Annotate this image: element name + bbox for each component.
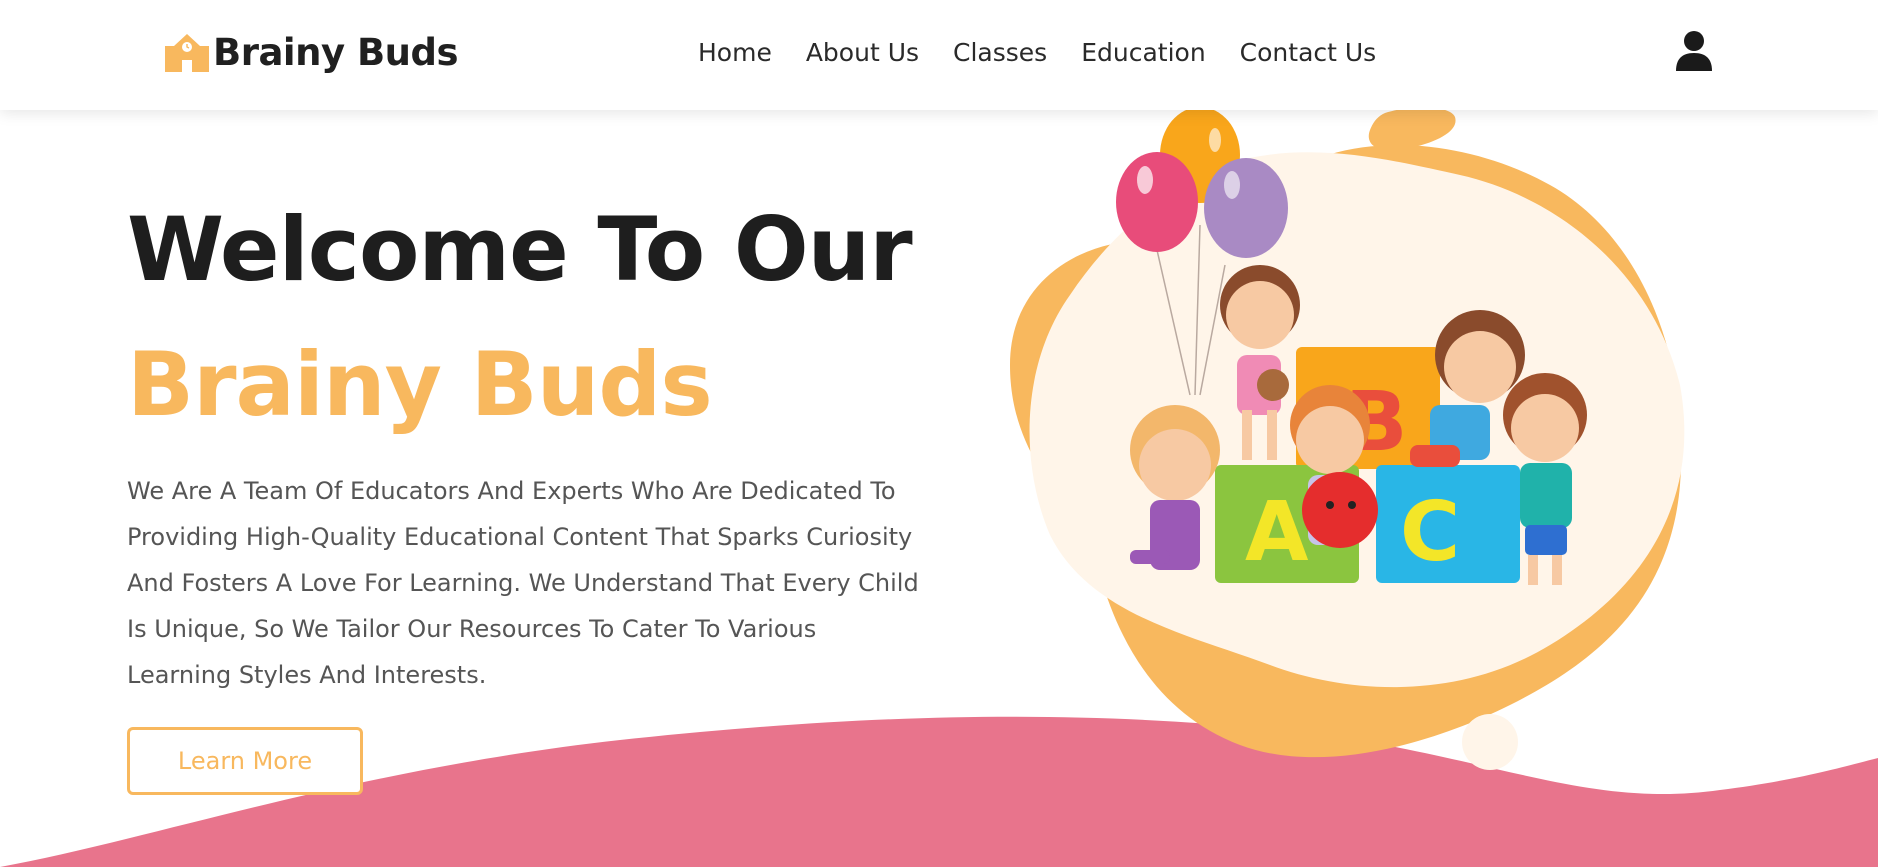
main-nav: Home About Us Classes Education Contact … <box>698 32 1376 72</box>
kids-illustration: B A C <box>1010 107 1685 770</box>
red-ball <box>1302 472 1378 548</box>
nav-education[interactable]: Education <box>1081 38 1205 67</box>
block-a-letter: A <box>1245 485 1309 580</box>
brand-name: Brainy Buds <box>213 30 459 74</box>
balloon-pink <box>1116 152 1198 252</box>
hero-brand-title: Brainy Buds <box>127 333 713 436</box>
nav-contact-us[interactable]: Contact Us <box>1240 38 1377 67</box>
site-header: Brainy Buds Home About Us Classes Educat… <box>0 0 1878 110</box>
nav-classes[interactable]: Classes <box>953 38 1047 67</box>
hero-title: Welcome To Our <box>127 198 913 301</box>
user-icon[interactable] <box>1674 29 1714 73</box>
small-blob <box>1368 107 1456 151</box>
school-building-icon <box>165 34 209 72</box>
cream-dot <box>1462 714 1518 770</box>
balloon-purple <box>1204 158 1288 258</box>
nav-about-us[interactable]: About Us <box>806 38 919 67</box>
hero-description: We Are A Team Of Educators And Experts W… <box>127 477 919 689</box>
block-c-letter: C <box>1400 485 1460 580</box>
brand-logo[interactable]: Brainy Buds <box>163 30 459 74</box>
learn-more-button[interactable]: Learn More <box>127 727 363 795</box>
nav-home[interactable]: Home <box>698 38 772 67</box>
